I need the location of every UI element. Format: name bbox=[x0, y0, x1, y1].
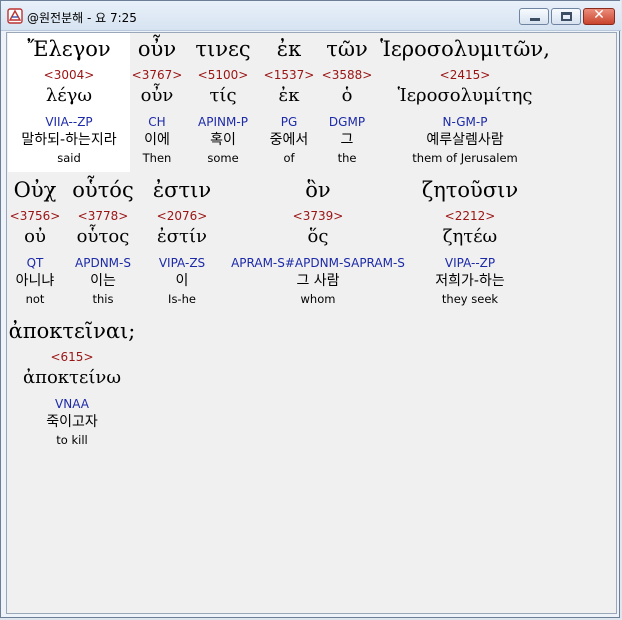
lemma: οὖν bbox=[140, 85, 174, 106]
word-hon[interactable]: ὃν <3739> ὅς APRAM-S#APDNM-SAPRAM-S 그 사람… bbox=[221, 174, 415, 307]
word-houtos[interactable]: οὗτός <3778> οὗτος APDNM-S 이는 this bbox=[65, 174, 141, 307]
english-gloss: this bbox=[92, 292, 114, 306]
word-apokteinai[interactable]: ἀποκτεῖναι; <615> ἀποκτείνω VNAA 죽이고자 to… bbox=[8, 315, 136, 448]
english-gloss: some bbox=[207, 151, 239, 165]
greek-word: ὃν bbox=[305, 178, 331, 202]
greek-word: ἐστιν bbox=[152, 178, 212, 202]
greek-word: ζητοῦσιν bbox=[421, 178, 519, 202]
greek-word: τινες bbox=[195, 37, 251, 61]
strong-number[interactable]: <2415> bbox=[379, 67, 551, 83]
word-oun[interactable]: οὖν <3767> οὖν CH 이에 Then bbox=[129, 33, 185, 166]
english-gloss: not bbox=[25, 292, 45, 306]
strong-number[interactable]: <2212> bbox=[415, 208, 525, 224]
lemma: ἐκ bbox=[278, 85, 300, 106]
lemma: ὁ bbox=[341, 85, 353, 106]
korean-gloss: 이에 bbox=[144, 132, 170, 148]
strong-number[interactable]: <615> bbox=[8, 349, 136, 365]
english-gloss: of bbox=[283, 151, 295, 165]
word-ouch[interactable]: Οὐχ <3756> οὐ QT 아니냐 not bbox=[8, 174, 62, 307]
title-bar[interactable]: @원전분해 - 요 7:25 ✕ bbox=[1, 1, 621, 31]
close-icon: ✕ bbox=[593, 7, 605, 23]
maximize-button[interactable] bbox=[551, 8, 581, 25]
lemma: οὐ bbox=[24, 226, 46, 247]
strong-number[interactable]: <2076> bbox=[145, 208, 219, 224]
strong-number[interactable]: <3756> bbox=[8, 208, 62, 224]
parsing-code[interactable]: APDNM-S bbox=[65, 254, 141, 272]
lemma: ἀποκτείνω bbox=[22, 367, 122, 388]
lemma: Ἱεροσολυμίτης bbox=[397, 85, 533, 106]
greek-word: ἐκ bbox=[276, 37, 302, 61]
greek-word: Ἔλεγον bbox=[27, 37, 111, 61]
word-ierosolymiton[interactable]: Ἱεροσολυμιτῶν, <2415> Ἱεροσολυμίτης N-GM… bbox=[379, 33, 551, 166]
minimize-icon bbox=[530, 18, 540, 21]
strong-number[interactable]: <3778> bbox=[65, 208, 141, 224]
close-button[interactable]: ✕ bbox=[583, 7, 615, 25]
korean-gloss: 예루살렘사람 bbox=[426, 132, 504, 148]
strong-number[interactable]: <1537> bbox=[261, 67, 317, 83]
english-gloss: to kill bbox=[56, 433, 88, 447]
parsing-code[interactable]: VIPA--ZP bbox=[415, 254, 525, 272]
minimize-button[interactable] bbox=[519, 8, 549, 25]
strong-number[interactable]: <3004> bbox=[8, 67, 130, 83]
korean-gloss: 그 사람 bbox=[296, 273, 340, 289]
strong-number[interactable]: <5100> bbox=[187, 67, 259, 83]
english-gloss: the bbox=[337, 151, 357, 165]
korean-gloss: 아니냐 bbox=[15, 273, 55, 289]
greek-word: ἀποκτεῖναι; bbox=[8, 319, 136, 343]
parsing-code[interactable]: APINM-P bbox=[187, 113, 259, 131]
word-ek[interactable]: ἐκ <1537> ἐκ PG 중에서 of bbox=[261, 33, 317, 166]
korean-gloss: 그 bbox=[340, 132, 354, 148]
korean-gloss: 이는 bbox=[90, 273, 116, 289]
greek-word: οὖν bbox=[137, 37, 177, 61]
parsing-code[interactable]: QT bbox=[8, 254, 62, 272]
parsing-code[interactable]: N-GM-P bbox=[379, 113, 551, 131]
parsing-code[interactable]: APRAM-S#APDNM-SAPRAM-S bbox=[221, 254, 415, 272]
lemma: οὗτος bbox=[76, 226, 130, 247]
word-zetousin[interactable]: ζητοῦσιν <2212> ζητέω VIPA--ZP 저희가-하는 th… bbox=[415, 174, 525, 307]
maximize-icon bbox=[561, 12, 572, 21]
parsing-code[interactable]: PG bbox=[261, 113, 317, 131]
korean-gloss: 저희가-하는 bbox=[435, 273, 505, 289]
word-tines[interactable]: τινες <5100> τίς APINM-P 혹이 some bbox=[187, 33, 259, 166]
english-gloss: Is-he bbox=[168, 292, 196, 306]
parsing-code[interactable]: VNAA bbox=[8, 395, 136, 413]
app-logo-icon[interactable] bbox=[7, 8, 23, 24]
parsing-code[interactable]: DGMP bbox=[317, 113, 377, 131]
korean-gloss: 말하되-하는지라 bbox=[21, 132, 117, 148]
app-window: @원전분해 - 요 7:25 ✕ Ἔλεγον <3004> λέγω VIIA… bbox=[0, 0, 621, 618]
korean-gloss: 죽이고자 bbox=[46, 414, 98, 430]
strong-number[interactable]: <3739> bbox=[221, 208, 415, 224]
greek-word: Οὐχ bbox=[13, 178, 57, 202]
strong-number[interactable]: <3588> bbox=[317, 67, 377, 83]
parsing-code[interactable]: CH bbox=[129, 113, 185, 131]
english-gloss: Then bbox=[142, 151, 172, 165]
lemma: ὅς bbox=[307, 226, 329, 247]
word-estin[interactable]: ἐστιν <2076> ἐστίν VIPA-ZS 이 Is-he bbox=[145, 174, 219, 307]
lemma: τίς bbox=[209, 85, 237, 106]
lemma: ζητέω bbox=[442, 226, 498, 247]
english-gloss: they seek bbox=[441, 292, 499, 306]
lemma: λέγω bbox=[45, 85, 93, 106]
english-gloss: said bbox=[57, 151, 81, 165]
parsing-code[interactable]: VIPA-ZS bbox=[145, 254, 219, 272]
strong-number[interactable]: <3767> bbox=[129, 67, 185, 83]
lemma: ἐστίν bbox=[157, 226, 207, 247]
greek-word: Ἱεροσολυμιτῶν, bbox=[380, 37, 550, 61]
korean-gloss: 이 bbox=[175, 273, 189, 289]
interlinear-view[interactable]: Ἔλεγον <3004> λέγω VIIA--ZP 말하되-하는지라 sai… bbox=[6, 32, 617, 614]
english-gloss: them of Jerusalem bbox=[412, 151, 518, 165]
english-gloss: whom bbox=[300, 292, 336, 306]
window-title: @원전분해 - 요 7:25 bbox=[27, 11, 137, 25]
word-ton[interactable]: τῶν <3588> ὁ DGMP 그 the bbox=[317, 33, 377, 166]
greek-word: οὗτός bbox=[72, 178, 134, 202]
word-elegon[interactable]: Ἔλεγον <3004> λέγω VIIA--ZP 말하되-하는지라 sai… bbox=[8, 33, 130, 166]
korean-gloss: 혹이 bbox=[210, 132, 236, 148]
greek-word: τῶν bbox=[326, 37, 368, 61]
korean-gloss: 중에서 bbox=[269, 132, 309, 148]
parsing-code[interactable]: VIIA--ZP bbox=[8, 113, 130, 131]
